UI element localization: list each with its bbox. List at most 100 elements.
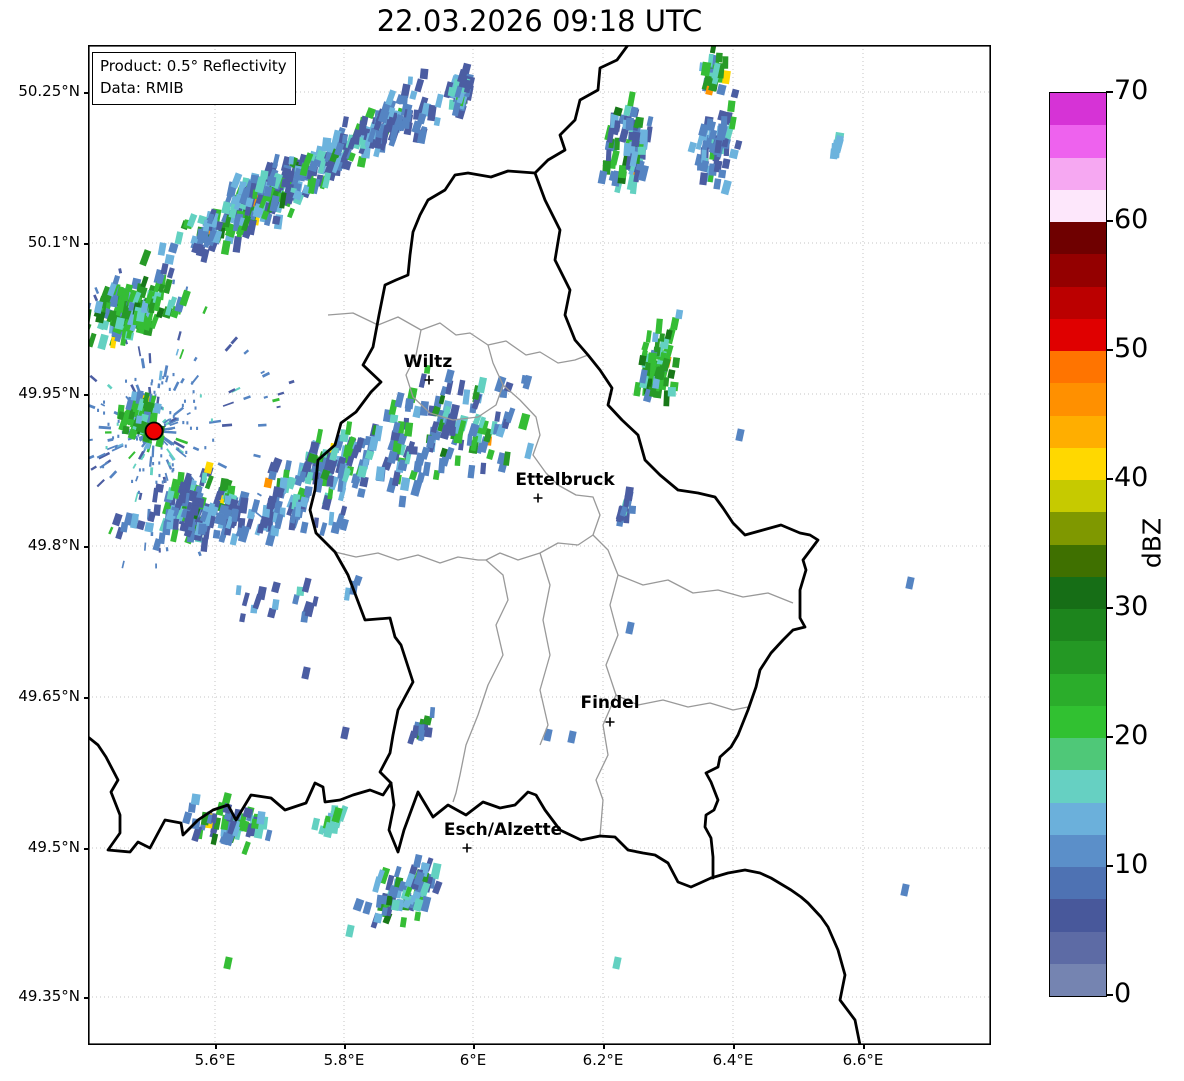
echo-cell	[641, 341, 650, 352]
echo-cell	[413, 853, 423, 868]
echo-cell	[301, 577, 312, 593]
radar-site-marker	[144, 421, 164, 441]
echo-cell	[288, 156, 295, 165]
clutter-echo	[243, 395, 251, 401]
echo-cell	[321, 137, 332, 152]
echo-cell	[375, 466, 386, 482]
x-tick-mark	[733, 1045, 735, 1049]
clutter-speckle	[192, 390, 195, 394]
echo-cell	[292, 594, 300, 605]
city-label: Findel	[580, 693, 639, 713]
echo-cell	[166, 267, 175, 279]
colorbar-segment-32.5-35dbz	[1050, 544, 1106, 577]
echo-cell	[905, 576, 915, 590]
colorbar-segment-27.5-30dbz	[1050, 609, 1106, 642]
echo-cell	[672, 357, 681, 368]
radar-map-canvas: Wiltz Ettelbruck Findel Esch/Alzette	[88, 45, 991, 1045]
clutter-speckle	[210, 418, 213, 422]
echo-cell	[158, 532, 166, 545]
clutter-echo	[260, 370, 265, 375]
echo-cell	[398, 495, 407, 508]
map-area: Wiltz Ettelbruck Findel Esch/Alzette	[88, 45, 991, 1045]
colorbar-segment-20-22.5dbz	[1050, 705, 1106, 738]
echo-cell	[410, 479, 423, 497]
colorbar-segment-50-52.5dbz	[1050, 318, 1106, 351]
echo-cell	[153, 504, 161, 516]
clutter-speckle	[117, 419, 120, 423]
colorbar-segment-5-7.5dbz	[1050, 899, 1106, 932]
colorbar-segment-40-42.5dbz	[1050, 447, 1106, 480]
x-tick-mark	[344, 1045, 346, 1049]
clutter-speckle	[171, 469, 174, 473]
clutter-speckle	[158, 473, 161, 478]
x-tick-mark	[863, 1045, 865, 1049]
clutter-echo	[135, 475, 139, 482]
clutter-speckle	[204, 446, 207, 450]
clutter-echo	[96, 478, 105, 488]
clutter-echo	[175, 448, 187, 458]
colorbar-segment-25-27.5dbz	[1050, 641, 1106, 674]
x-tick-mark	[473, 1045, 475, 1049]
echo-cell	[597, 170, 608, 185]
echo-cell	[722, 56, 729, 69]
echo-cell	[172, 518, 180, 530]
clutter-speckle	[171, 463, 174, 467]
echo-cell	[220, 240, 231, 256]
y-tick-mark	[84, 697, 88, 699]
colorbar-segment-15-17.5dbz	[1050, 770, 1106, 803]
clutter-echo	[177, 331, 182, 341]
product-info-box: Product: 0.5° Reflectivity Data: RMIB	[92, 52, 296, 105]
echo-cell	[647, 352, 657, 364]
clutter-echo	[253, 453, 261, 459]
clutter-speckle	[196, 426, 199, 430]
echo-cell	[663, 377, 670, 387]
colorbar-segment-57.5-60dbz	[1050, 222, 1106, 255]
y-tick-label: 50.1°N	[27, 233, 80, 251]
colorbar-tick-label: 10	[1114, 848, 1149, 880]
echo-cell	[357, 488, 366, 498]
colorbar-tick-mark	[1106, 994, 1113, 996]
colorbar-segment-60-62.5dbz	[1050, 189, 1106, 222]
echo-cell	[646, 115, 654, 127]
echo-cell	[429, 706, 436, 719]
x-tick-label: 6.6°E	[842, 1051, 884, 1069]
clutter-echo	[109, 470, 118, 479]
echo-cell	[112, 275, 121, 285]
echo-cell	[721, 158, 731, 170]
echo-cell	[223, 956, 233, 970]
clutter-speckle	[117, 434, 120, 438]
echo-cell	[610, 149, 620, 166]
clutter-speckle	[116, 422, 119, 426]
echo-cell	[567, 730, 577, 744]
clutter-speckle	[168, 462, 171, 466]
echo-cell	[139, 249, 152, 267]
colorbar-tick-label: 0	[1114, 977, 1132, 1009]
echo-cell	[197, 523, 207, 535]
y-tick-label: 49.5°N	[27, 838, 80, 856]
colorbar-tick-mark	[1106, 478, 1113, 480]
clutter-echo	[230, 336, 239, 345]
clutter-speckle	[134, 377, 137, 382]
clutter-echo	[162, 430, 177, 434]
echo-cell	[164, 253, 175, 265]
colorbar-tick-label: 70	[1114, 74, 1149, 106]
echo-cell	[438, 457, 446, 474]
colorbar-segment-37.5-40dbz	[1050, 480, 1106, 513]
clutter-echo	[121, 560, 125, 569]
echo-cell	[311, 595, 319, 607]
echo-cell	[340, 505, 348, 516]
echo-cell	[352, 897, 365, 912]
echo-cell	[430, 862, 442, 880]
clutter-echo	[276, 405, 281, 409]
echo-cell	[730, 88, 740, 99]
clutter-echo	[128, 451, 136, 460]
x-tick-label: 5.6°E	[194, 1051, 236, 1069]
y-tick-label: 49.95°N	[18, 384, 80, 402]
y-tick-mark	[84, 848, 88, 850]
colorbar-segment-7.5-10dbz	[1050, 867, 1106, 900]
echo-cell	[174, 231, 184, 245]
colorbar-tick-label: 60	[1114, 203, 1149, 235]
clutter-speckle	[193, 399, 196, 403]
clutter-echo	[166, 448, 176, 461]
echo-cell	[518, 412, 531, 431]
